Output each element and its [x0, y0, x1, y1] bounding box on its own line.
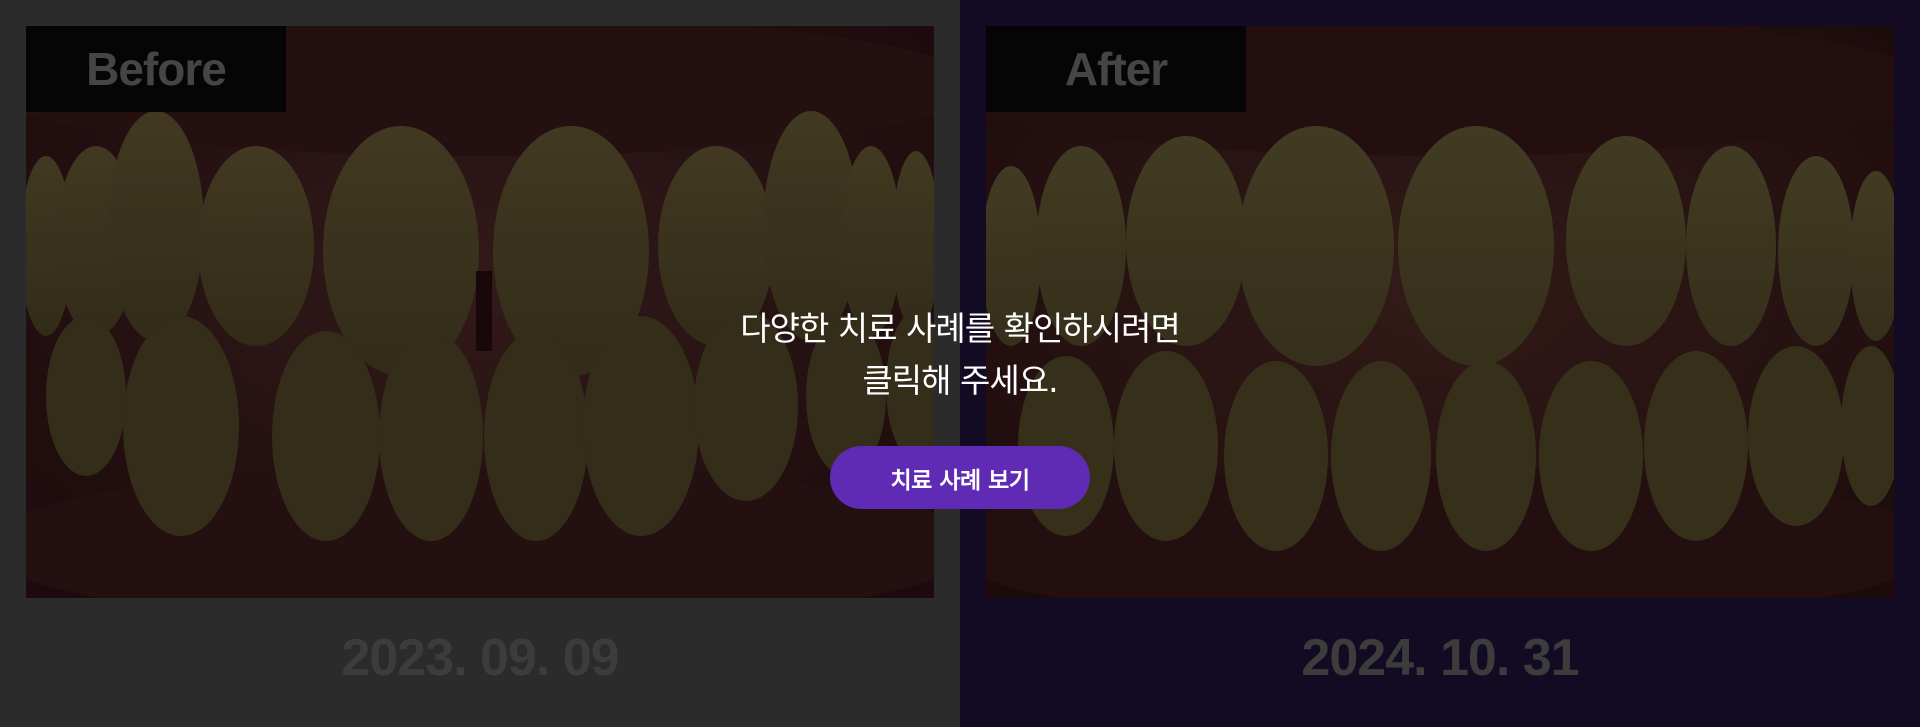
after-panel: After 2024. 10. 31: [960, 0, 1920, 727]
before-label: Before: [26, 26, 286, 112]
before-panel: Before 2023. 09. 09: [0, 0, 960, 727]
after-label: After: [986, 26, 1246, 112]
before-after-section: Before 2023. 09. 09 After 2024. 10. 31 다…: [0, 0, 1920, 727]
before-date: 2023. 09. 09: [341, 629, 619, 687]
after-photo: After: [986, 26, 1894, 598]
before-photo: Before: [26, 26, 934, 598]
after-date: 2024. 10. 31: [1301, 629, 1579, 687]
view-cases-button[interactable]: 치료 사례 보기: [830, 446, 1090, 509]
